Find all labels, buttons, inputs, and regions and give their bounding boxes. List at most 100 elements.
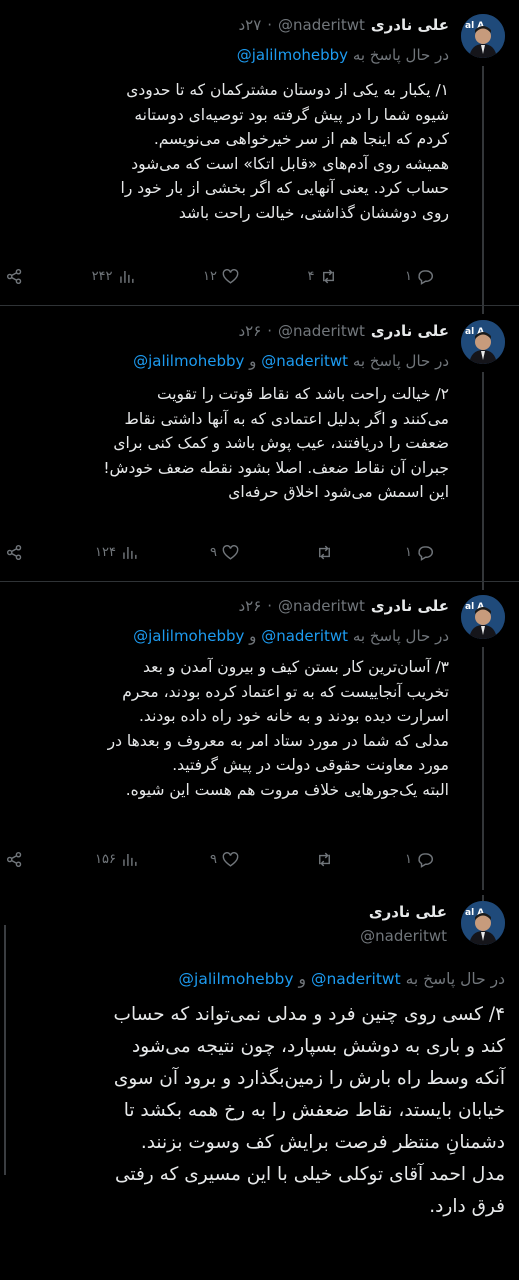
tweet-line: جبران آن نقاط ضعف. اصلا بشود نقطه ضعف خو… xyxy=(103,458,449,477)
tweet-line: آنکه وسط راه بارش را زمین‌بگذارد و برود … xyxy=(113,1068,505,1089)
mention-link[interactable]: @jalilmohebby xyxy=(133,627,244,645)
reply-context: در حال پاسخ به @jalilmohebby xyxy=(237,46,449,64)
timestamp[interactable]: ۲۶د xyxy=(238,322,261,340)
main-tweet[interactable]: al A علی نادری @naderitwt در حال پاسخ به… xyxy=(0,895,519,1280)
reply-icon xyxy=(418,545,433,561)
tweet-line: فرق دارد. xyxy=(429,1196,505,1217)
tweet-line: شیوه شما را در پیش گرفته بود توصیه‌ای دو… xyxy=(134,105,449,124)
like-button[interactable]: ۹ xyxy=(210,543,240,562)
user-handle[interactable]: @naderitwt xyxy=(278,597,365,615)
tweet-1[interactable]: al A علی نادری @naderitwt · ۲۷د در حال پ… xyxy=(0,14,519,314)
tweet-divider xyxy=(0,305,519,306)
share-button[interactable] xyxy=(5,267,24,286)
tweet-divider xyxy=(0,581,519,582)
reply-icon xyxy=(418,269,433,285)
like-count: ۹ xyxy=(210,851,217,867)
like-button[interactable]: ۱۲ xyxy=(203,267,240,286)
tweet-text: ۳/ آسان‌ترین کار بستن کیف و بیرون آمدن و… xyxy=(19,655,449,802)
mention-link[interactable]: @jalilmohebby xyxy=(237,46,348,64)
retweet-button[interactable] xyxy=(311,850,334,869)
display-name[interactable]: علی نادری xyxy=(371,322,449,340)
action-bar: ۱ ۴ ۱۲ ۲۴۲ xyxy=(5,264,435,288)
reply-button[interactable]: ۱ xyxy=(405,543,435,562)
tweet-line: روی دوششان گذاشتی، خیالت راحت باشد xyxy=(178,203,449,222)
action-bar: ۱ ۹ ۱۲۴ xyxy=(5,540,435,564)
view-count: ۱۵۶ xyxy=(95,851,116,867)
tweet-line: ضعفت را دریافتند، عیب پوش باشد و کمک کنی… xyxy=(113,434,449,452)
tweet-3[interactable]: al A علی نادری @naderitwt · ۲۶د در حال پ… xyxy=(0,595,519,890)
tweet-line: البته یک‌جورهایی خلاف مروت هم هست این شی… xyxy=(125,780,449,799)
tweet-header: علی نادری @naderitwt · ۲۶د xyxy=(238,597,449,615)
thread-connector xyxy=(482,647,484,890)
reply-button[interactable]: ۱ xyxy=(405,850,435,869)
tweet-text: ۲/ خیالت راحت باشد که نقاط قوتت را تقویت… xyxy=(19,382,449,505)
tweet-line: این اسمش می‌شود اخلاق حرفه‌ای xyxy=(228,483,449,501)
reply-prefix: در حال پاسخ به xyxy=(352,352,449,370)
avatar[interactable]: al A xyxy=(461,901,505,945)
tweet-line: ۱/ یکبار به یکی از دوستان مشترکمان که تا… xyxy=(126,81,449,99)
avatar[interactable]: al A xyxy=(461,320,505,364)
display-name[interactable]: علی نادری xyxy=(371,16,449,34)
tweet-text: ۴/ کسی روی چنین فرد و مدلی نمی‌تواند که … xyxy=(9,999,505,1223)
reply-count: ۱ xyxy=(405,851,412,867)
views-button[interactable]: ۱۵۶ xyxy=(95,850,139,869)
tweet-line: حساب کرد. یعنی آنهایی که اگر بخشی از بار… xyxy=(120,179,449,197)
tweet-line: کردم که اینجا هم از سر خیرخواهی می‌نویسم… xyxy=(153,130,449,148)
like-button[interactable]: ۹ xyxy=(210,850,240,869)
tweet-2[interactable]: al A علی نادری @naderitwt · ۲۶د در حال پ… xyxy=(0,320,519,590)
retweet-button[interactable] xyxy=(311,543,334,562)
tweet-line: مدل احمد آقای توکلی خیلی با این مسیری که… xyxy=(114,1164,505,1185)
mention-link[interactable]: @naderitwt xyxy=(261,352,348,370)
timestamp[interactable]: ۲۶د xyxy=(238,597,261,615)
tweet-header: علی نادری @naderitwt · ۲۷د xyxy=(238,16,449,34)
reply-and: و xyxy=(249,352,257,370)
mention-link[interactable]: @naderitwt xyxy=(311,970,401,988)
tweet-line: مورد معاونت حقوقی دولت در پیش گرفتید. xyxy=(172,756,449,774)
mention-link[interactable]: @jalilmohebby xyxy=(133,352,244,370)
reply-prefix: در حال پاسخ به xyxy=(352,627,449,645)
reply-context: در حال پاسخ به @naderitwt و @jalilmohebb… xyxy=(179,970,505,988)
mention-link[interactable]: @naderitwt xyxy=(261,627,348,645)
views-button[interactable]: ۲۴۲ xyxy=(92,267,136,286)
tweet-text: ۱/ یکبار به یکی از دوستان مشترکمان که تا… xyxy=(19,78,449,225)
reply-context: در حال پاسخ به @naderitwt و @jalilmohebb… xyxy=(133,627,449,645)
retweet-icon xyxy=(319,545,330,559)
retweet-icon xyxy=(322,269,334,283)
separator-dot: · xyxy=(267,16,273,34)
tweet-line: خیابان بایستد، نقاط ضعفش را به رخ همه بک… xyxy=(123,1100,505,1121)
tweet-line: ۲/ خیالت راحت باشد که نقاط قوتت را تقویت xyxy=(157,385,449,403)
display-name[interactable]: علی نادری xyxy=(371,597,449,615)
user-handle[interactable]: @naderitwt xyxy=(360,927,447,945)
retweet-count: ۴ xyxy=(307,268,315,284)
views-icon xyxy=(123,546,137,559)
tweet-line: همیشه روی آدم‌های «قابل اتکا» است که می‌… xyxy=(131,154,449,173)
avatar[interactable]: al A xyxy=(461,595,505,639)
retweet-icon xyxy=(319,852,330,866)
separator-dot: · xyxy=(267,322,273,340)
timestamp[interactable]: ۲۷د xyxy=(238,16,261,34)
user-handle[interactable]: @naderitwt xyxy=(278,16,365,34)
views-icon xyxy=(123,853,137,866)
tweet-line: دشمنانِ منتظر فرصت برایش کف وسوت بزنند. xyxy=(140,1132,505,1153)
share-icon xyxy=(6,544,22,560)
tweet-line: ۴/ کسی روی چنین فرد و مدلی نمی‌تواند که … xyxy=(113,1004,505,1025)
share-button[interactable] xyxy=(5,543,24,562)
thread-connector xyxy=(482,372,484,590)
reply-button[interactable]: ۱ xyxy=(405,267,435,286)
reply-and: و xyxy=(249,627,257,645)
thread-feed: al A علی نادری @naderitwt · ۲۷د در حال پ… xyxy=(0,0,519,1280)
tweet-line: می‌کنند و اگر بدلیل اعتمادی که به آنها د… xyxy=(124,409,449,428)
user-handle[interactable]: @naderitwt xyxy=(278,322,365,340)
views-icon xyxy=(119,270,134,283)
views-button[interactable]: ۱۲۴ xyxy=(95,543,139,562)
share-button[interactable] xyxy=(5,850,24,869)
like-icon xyxy=(222,544,239,560)
retweet-button[interactable]: ۴ xyxy=(308,267,338,286)
mention-link[interactable]: @jalilmohebby xyxy=(179,970,294,988)
tweet-line: تخریب آنجاییست که به تو اعتماد کرده بودن… xyxy=(122,682,449,701)
like-icon xyxy=(222,268,239,284)
reply-prefix: در حال پاسخ به xyxy=(352,46,449,64)
display-name[interactable]: علی نادری xyxy=(360,903,447,921)
like-count: ۱۲ xyxy=(203,268,217,284)
avatar[interactable]: al A xyxy=(461,14,505,58)
